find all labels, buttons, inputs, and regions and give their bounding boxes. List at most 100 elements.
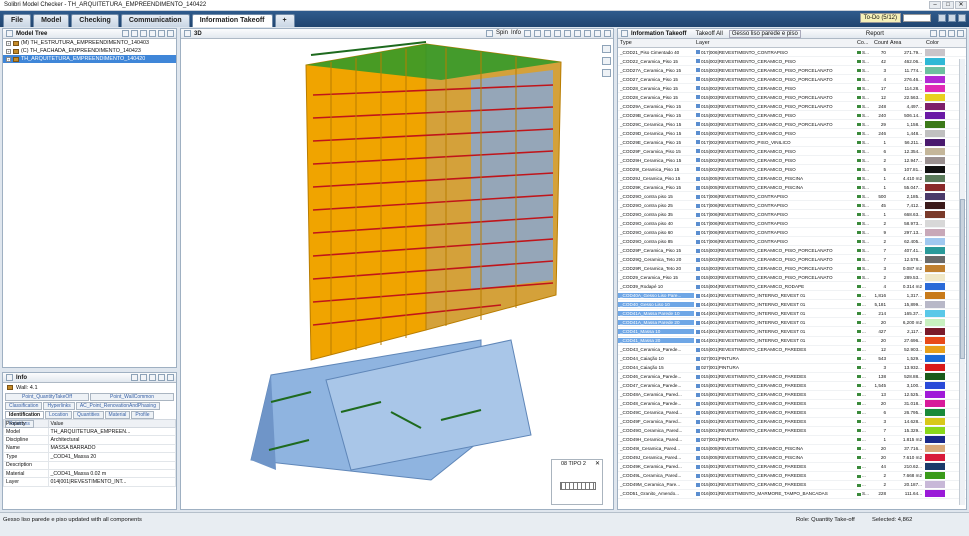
color-cell[interactable] bbox=[924, 372, 946, 381]
color-swatch[interactable] bbox=[925, 400, 945, 408]
table-row[interactable]: _COD39_Rodapé 10 015|004|REVESTIMENTO_CER… bbox=[618, 282, 966, 292]
table-row[interactable]: _COD29D_Ceramica_Piso 15 015|002|REVESTIM… bbox=[618, 129, 966, 139]
minimize-button[interactable]: – bbox=[929, 1, 941, 9]
color-cell[interactable] bbox=[924, 273, 946, 282]
table-row[interactable]: _COD29R_Ceramica_Teto 20 015|003|REVESTIM… bbox=[618, 264, 966, 274]
takeoff-selection-dropdown[interactable]: Gesso liso parede e piso bbox=[728, 29, 801, 38]
color-cell[interactable] bbox=[924, 84, 946, 93]
color-cell[interactable] bbox=[924, 210, 946, 219]
color-cell[interactable] bbox=[924, 381, 946, 390]
color-swatch[interactable] bbox=[925, 291, 945, 299]
color-cell[interactable] bbox=[924, 489, 946, 498]
table-row[interactable]: Model TH_ARQUITETURA_EMPREEN... bbox=[3, 426, 177, 437]
expand-toggle-icon[interactable]: + bbox=[6, 48, 11, 54]
color-cell[interactable] bbox=[924, 138, 946, 147]
table-row[interactable]: _COD29O_contra piso 15 017|006|REVESTIMEN… bbox=[618, 192, 966, 202]
table-row[interactable]: _COD29P_Ceramica_Piso 15 015|003|REVESTIM… bbox=[618, 246, 966, 256]
color-swatch[interactable] bbox=[925, 219, 945, 227]
tree-item-estrutura[interactable]: + (M) TH_ESTRUTURA_EMPREENDIMENTO_140403 bbox=[3, 39, 176, 47]
remove-icon[interactable] bbox=[939, 30, 946, 37]
table-row[interactable]: _COD28_Ceramica_Piso 15 015|003|REVESTIME… bbox=[618, 93, 966, 103]
tab-communication[interactable]: Communication bbox=[120, 14, 190, 27]
color-cell[interactable] bbox=[924, 300, 946, 309]
color-swatch[interactable] bbox=[925, 364, 945, 372]
table-row[interactable]: _COD41_Massa 20 014|001|REVESTIMENTO_INTE… bbox=[618, 337, 966, 346]
color-swatch[interactable] bbox=[925, 490, 945, 498]
table-row[interactable]: _COD29C_Ceramica_Piso 15 015|003|REVESTIM… bbox=[618, 120, 966, 130]
color-cell[interactable] bbox=[924, 444, 946, 453]
table-row[interactable]: _COD49G_Ceramica_Pared... 015|001|REVESTI… bbox=[618, 427, 966, 436]
expand-toggle-icon[interactable]: + bbox=[6, 56, 11, 62]
color-swatch[interactable] bbox=[925, 75, 945, 83]
color-swatch[interactable] bbox=[925, 318, 945, 326]
table-row[interactable]: _COD29O_contra piso 85 017|006|REVESTIMEN… bbox=[618, 237, 966, 247]
color-cell[interactable] bbox=[924, 48, 946, 57]
color-cell[interactable] bbox=[924, 66, 946, 75]
color-swatch[interactable] bbox=[925, 84, 945, 92]
table-row[interactable]: _COD29I_Ceramica_Piso 15 015|002|REVESTIM… bbox=[618, 165, 966, 175]
color-cell[interactable] bbox=[924, 453, 946, 462]
table-row[interactable]: _COD41_Massa 10 014|001|REVESTIMENTO_INTE… bbox=[618, 327, 966, 337]
takeoff-all-dropdown[interactable]: Takeoff All bbox=[696, 31, 723, 37]
table-row[interactable]: _COD44_Caiação 10 027|001|PINTURA... 543 1,… bbox=[618, 355, 966, 364]
3d-model-canvas[interactable] bbox=[181, 40, 613, 510]
color-swatch[interactable] bbox=[925, 264, 945, 272]
table-row[interactable]: _COD28_Ceramica_Piso 15 015|002|REVESTIME… bbox=[618, 84, 966, 94]
forward-icon[interactable] bbox=[140, 374, 147, 381]
table-row[interactable]: _COD29O_contra piso 25 017|006|REVESTIMEN… bbox=[618, 201, 966, 211]
table-row[interactable]: _COD40A_Gesso Liso Pare... 014|001|REVEST… bbox=[618, 291, 966, 301]
color-swatch[interactable] bbox=[925, 427, 945, 435]
table-row[interactable]: Type _COD41_Massa 20 bbox=[3, 452, 177, 462]
panel-close-icon[interactable] bbox=[167, 374, 174, 381]
info-button[interactable]: Info bbox=[511, 30, 521, 37]
color-swatch[interactable] bbox=[925, 472, 945, 480]
color-cell[interactable] bbox=[924, 417, 946, 426]
color-swatch[interactable] bbox=[925, 156, 945, 164]
filter-icon[interactable] bbox=[122, 30, 129, 37]
color-swatch[interactable] bbox=[925, 255, 945, 263]
color-swatch[interactable] bbox=[925, 273, 945, 281]
table-row[interactable]: _COD49I_Ceramica_Pared... 015|005|REVESTI… bbox=[618, 445, 966, 454]
color-swatch[interactable] bbox=[925, 246, 945, 254]
floor-plan-minimap[interactable]: 08 TIPO 2 ✕ bbox=[551, 459, 603, 505]
color-cell[interactable] bbox=[924, 264, 946, 273]
grid-icon[interactable] bbox=[602, 57, 611, 65]
color-swatch[interactable] bbox=[925, 174, 945, 182]
table-row[interactable]: Material _COD41_Massa 0.02 m bbox=[3, 468, 177, 479]
color-swatch[interactable] bbox=[925, 436, 945, 444]
panel-maximize-icon[interactable] bbox=[158, 30, 165, 37]
table-row[interactable]: Layer 014|001|REVESTIMENTO_INT... bbox=[3, 477, 177, 487]
code-column-header[interactable]: Co... bbox=[855, 40, 872, 46]
table-row[interactable]: _COD29Q_Ceramica_Teto 20 015|003|REVESTIM… bbox=[618, 255, 966, 265]
add-icon[interactable] bbox=[930, 30, 937, 37]
tab-file[interactable]: File bbox=[3, 14, 32, 27]
layer-column-header[interactable]: Layer bbox=[694, 40, 855, 46]
todo-button[interactable]: To-Do (5/12) bbox=[859, 13, 901, 23]
table-row[interactable]: _COD41A_Massa Parede 10 014|001|REVESTIME… bbox=[618, 309, 966, 319]
color-swatch[interactable] bbox=[925, 183, 945, 191]
tab-checking[interactable]: Checking bbox=[71, 14, 119, 27]
color-swatch[interactable] bbox=[925, 165, 945, 173]
color-cell[interactable] bbox=[924, 183, 946, 192]
color-cell[interactable] bbox=[924, 480, 946, 489]
table-row[interactable]: _COD29K_Ceramica_Piso 15 015|005|REVESTIM… bbox=[618, 183, 966, 193]
color-cell[interactable] bbox=[924, 471, 946, 480]
color-cell[interactable] bbox=[924, 75, 946, 84]
camera-icon[interactable] bbox=[602, 69, 611, 77]
hide-icon[interactable] bbox=[534, 30, 541, 37]
color-cell[interactable] bbox=[924, 318, 946, 327]
todo-search-input[interactable] bbox=[903, 14, 931, 22]
color-swatch[interactable] bbox=[925, 111, 945, 119]
color-cell[interactable] bbox=[924, 291, 946, 300]
measure-icon[interactable] bbox=[584, 30, 591, 37]
tab-point-quantitytakeoff[interactable]: Point_QuantityTakeOff bbox=[5, 393, 89, 401]
color-cell[interactable] bbox=[924, 345, 946, 354]
table-row[interactable]: _COD27A_Ceramica_Piso 15 015|003|REVESTIM… bbox=[618, 66, 966, 76]
table-row[interactable]: _COD49J_Ceramica_Pared... 015|005|REVESTI… bbox=[618, 454, 966, 463]
color-swatch[interactable] bbox=[925, 57, 945, 65]
scrollbar-thumb[interactable] bbox=[960, 199, 965, 359]
color-swatch[interactable] bbox=[925, 346, 945, 354]
color-cell[interactable] bbox=[924, 354, 946, 363]
close-button[interactable]: ✕ bbox=[955, 1, 967, 9]
table-row[interactable]: Description bbox=[3, 460, 177, 470]
